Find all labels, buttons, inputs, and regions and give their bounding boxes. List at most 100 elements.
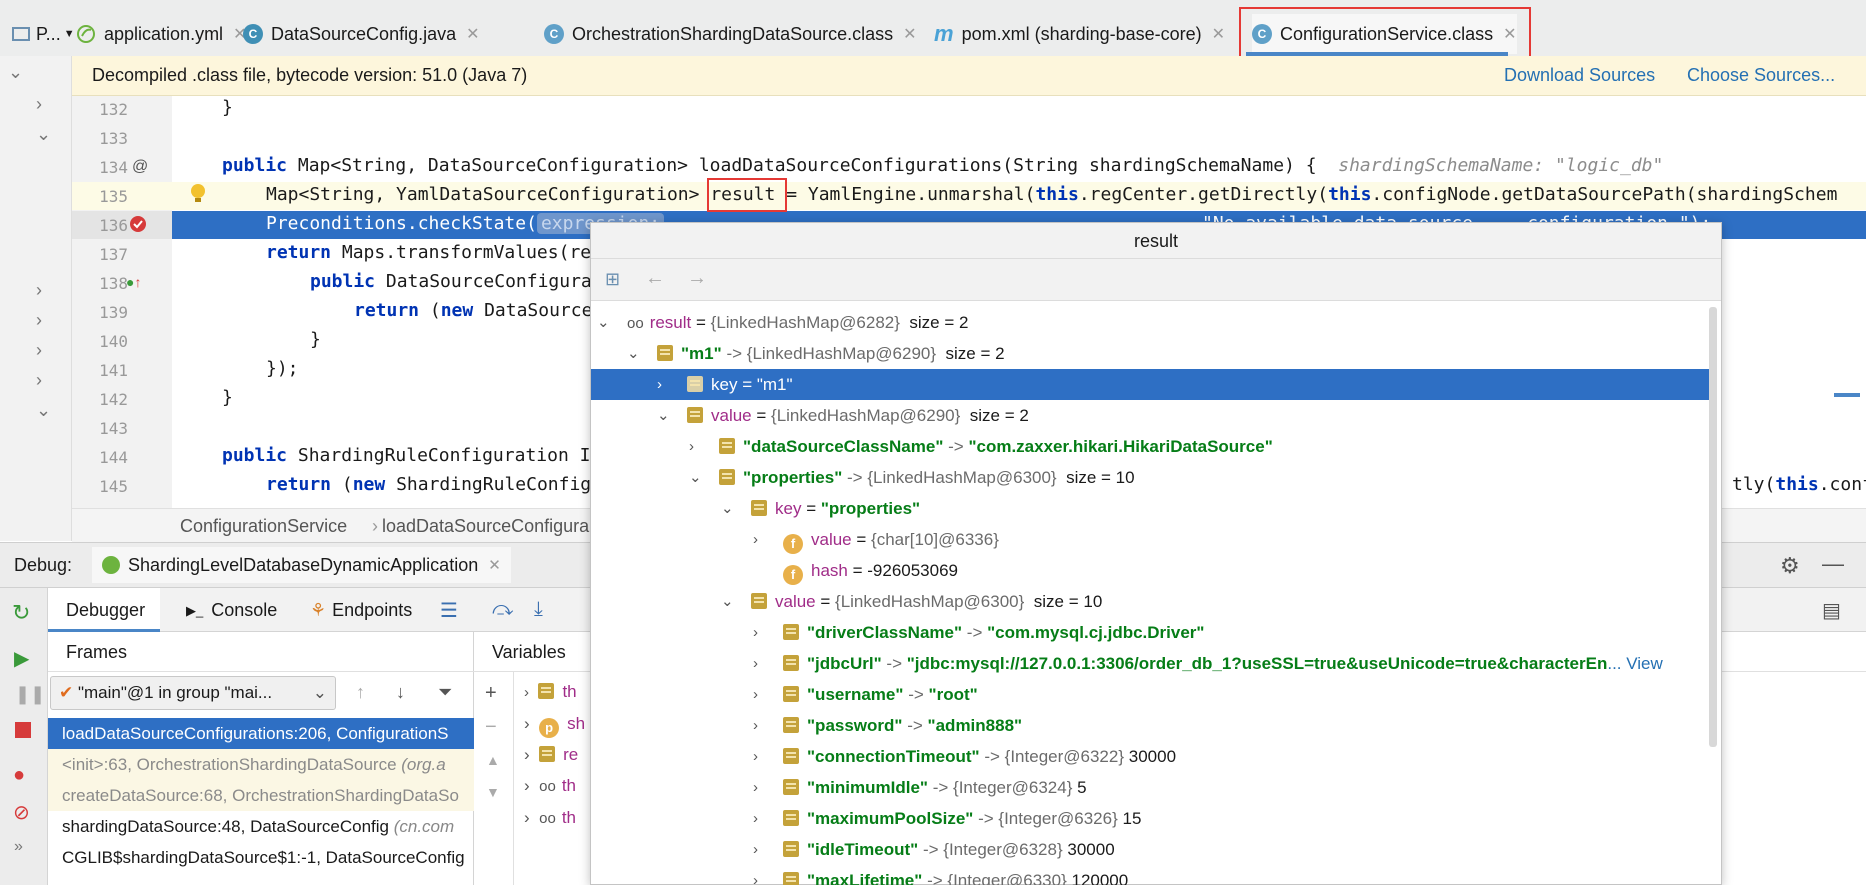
tab-debugger[interactable]: Debugger bbox=[48, 588, 160, 632]
tree-row[interactable]: ⌄ value = {LinkedHashMap@6290} size = 2 bbox=[591, 400, 1711, 431]
choose-sources-link[interactable]: Choose Sources... bbox=[1687, 65, 1835, 86]
close-icon[interactable]: ✕ bbox=[1212, 24, 1225, 44]
download-sources-link[interactable]: Download Sources bbox=[1504, 65, 1655, 86]
chevron-right-icon[interactable]: › bbox=[753, 865, 758, 885]
mute-breakpoints-icon[interactable]: ⊘ bbox=[13, 800, 30, 825]
tree-row[interactable]: ⌄ "m1" -> {LinkedHashMap@6290} size = 2 bbox=[591, 338, 1711, 369]
minimize-icon[interactable]: — bbox=[1822, 551, 1844, 577]
close-icon[interactable]: ✕ bbox=[466, 24, 479, 44]
popup-scrollbar[interactable] bbox=[1709, 307, 1717, 747]
tree-row[interactable]: › "dataSourceClassName" -> "com.zaxxer.h… bbox=[591, 431, 1711, 462]
step-over-icon[interactable]: ⤼ bbox=[492, 598, 513, 621]
debug-session-tab[interactable]: ShardingLevelDatabaseDynamicApplication … bbox=[92, 547, 511, 583]
step-into-icon[interactable]: ⤓ bbox=[534, 598, 543, 621]
chevron-right-icon[interactable]: › bbox=[36, 280, 42, 301]
chevron-right-icon[interactable]: › bbox=[657, 369, 662, 400]
chevron-right-icon[interactable]: › bbox=[753, 617, 758, 648]
chevron-right-icon[interactable]: › bbox=[753, 679, 758, 710]
chevron-right-icon[interactable]: › bbox=[753, 741, 758, 772]
chevron-down-icon[interactable]: ⌄ bbox=[8, 62, 23, 83]
tab-console[interactable]: ▶_ Console bbox=[186, 600, 277, 621]
filter-icon[interactable]: ⏷ bbox=[438, 682, 452, 703]
chevron-right-icon[interactable]: › bbox=[36, 94, 42, 115]
chevron-right-icon[interactable]: › bbox=[753, 834, 758, 865]
implementation-icon[interactable]: ●↑ bbox=[126, 274, 141, 290]
chevron-down-icon[interactable]: ⌄ bbox=[36, 400, 51, 421]
arrow-down-icon[interactable]: ↓ bbox=[396, 682, 405, 703]
tree-row[interactable]: › "maxLifetime" -> {Integer@6330} 120000 bbox=[591, 865, 1711, 885]
tree-row[interactable]: › "username" -> "root" bbox=[591, 679, 1711, 710]
tree-row[interactable]: › key = "m1" bbox=[591, 369, 1711, 400]
pause-icon[interactable]: ❚❚ bbox=[15, 684, 45, 705]
frame-row[interactable]: createDataSource:68, OrchestrationShardi… bbox=[48, 780, 474, 811]
dropdown-icon[interactable]: ▼ bbox=[64, 28, 75, 40]
lightbulb-icon[interactable] bbox=[190, 183, 206, 210]
tree-row[interactable]: › "jdbcUrl" -> "jdbc:mysql://127.0.0.1:3… bbox=[591, 648, 1711, 679]
chevron-right-icon[interactable]: › bbox=[753, 710, 758, 741]
breakpoint-icon[interactable] bbox=[128, 214, 148, 239]
chevron-down-icon[interactable]: ⌄ bbox=[627, 338, 640, 369]
tab-pom-xml[interactable]: m pom.xml (sharding-base-core) ✕ bbox=[934, 14, 1225, 54]
tab-datasourceconfig[interactable]: C DataSourceConfig.java ✕ bbox=[243, 14, 480, 54]
chevron-right-icon[interactable]: › bbox=[753, 648, 758, 679]
breadcrumb-class[interactable]: ConfigurationService bbox=[180, 516, 347, 537]
tab-project[interactable]: P... ▼ bbox=[12, 14, 75, 54]
add-watch-icon[interactable]: + bbox=[485, 682, 497, 705]
tree-row[interactable]: ⌄ oo result = {LinkedHashMap@6282} size =… bbox=[591, 307, 1711, 338]
list-item[interactable]: › th bbox=[524, 676, 585, 708]
resume-icon[interactable]: ▶ bbox=[14, 646, 29, 671]
remove-watch-icon[interactable]: − bbox=[485, 716, 497, 739]
tree-row[interactable]: ⌄ "properties" -> {LinkedHashMap@6300} s… bbox=[591, 462, 1711, 493]
chevron-down-icon[interactable]: ⌄ bbox=[721, 586, 734, 617]
tree-row[interactable]: › f value = {char[10]@6336} bbox=[591, 524, 1711, 555]
move-down-icon[interactable]: ▼ bbox=[486, 784, 500, 800]
frame-row[interactable]: loadDataSourceConfigurations:206, Config… bbox=[48, 718, 474, 749]
arrow-up-icon[interactable]: ↑ bbox=[356, 682, 365, 703]
chevron-right-icon[interactable]: › bbox=[689, 431, 694, 462]
chevron-right-icon[interactable]: › bbox=[753, 772, 758, 803]
layout-icon[interactable]: ▤ bbox=[1822, 598, 1841, 623]
tab-application-yml[interactable]: application.yml ✕ bbox=[76, 14, 246, 54]
navigate-icon[interactable]: ⊞ bbox=[605, 269, 620, 290]
tree-row[interactable]: ⌄ value = {LinkedHashMap@6300} size = 10 bbox=[591, 586, 1711, 617]
list-item[interactable]: › p sh bbox=[524, 708, 585, 739]
view-link[interactable]: ... View bbox=[1607, 654, 1662, 673]
frame-row[interactable]: CGLIB$shardingDataSource$1:-1, DataSourc… bbox=[48, 842, 474, 873]
chevron-right-icon[interactable]: › bbox=[36, 340, 42, 361]
frame-row[interactable]: <init>:63, OrchestrationShardingDataSour… bbox=[48, 749, 474, 780]
tab-orchestration-sharding[interactable]: C OrchestrationShardingDataSource.class … bbox=[544, 14, 917, 54]
back-icon[interactable]: ← bbox=[645, 267, 665, 290]
list-item[interactable]: › oo th bbox=[524, 802, 585, 834]
list-item[interactable]: › re bbox=[524, 739, 585, 770]
close-icon[interactable]: ✕ bbox=[488, 556, 501, 574]
chevron-down-icon[interactable]: ⌄ bbox=[36, 124, 51, 145]
chevron-right-icon[interactable]: › bbox=[36, 310, 42, 331]
menu-icon[interactable]: ☰ bbox=[440, 598, 458, 623]
chevron-down-icon[interactable]: ⌄ bbox=[689, 462, 702, 493]
tree-row[interactable]: f hash = -926053069 bbox=[591, 555, 1711, 586]
list-item[interactable]: › oo th bbox=[524, 770, 585, 802]
chevron-right-icon[interactable]: › bbox=[36, 370, 42, 391]
rerun-icon[interactable]: ↻ bbox=[12, 600, 30, 626]
tree-row[interactable]: › "maximumPoolSize" -> {Integer@6326} 15 bbox=[591, 803, 1711, 834]
tree-row[interactable]: › "idleTimeout" -> {Integer@6328} 30000 bbox=[591, 834, 1711, 865]
frame-row[interactable]: shardingDataSource:48, DataSourceConfig … bbox=[48, 811, 474, 842]
chevron-down-icon[interactable]: ⌄ bbox=[597, 307, 610, 338]
forward-icon[interactable]: → bbox=[687, 267, 707, 290]
gear-icon[interactable]: ⚙ bbox=[1780, 553, 1800, 579]
more-icon[interactable]: » bbox=[14, 838, 23, 856]
breadcrumb-method[interactable]: loadDataSourceConfigura bbox=[382, 516, 589, 537]
thread-selector[interactable]: ✔ "main"@1 in group "mai... ⌄ bbox=[50, 676, 336, 710]
tree-row[interactable]: › "connectionTimeout" -> {Integer@6322} … bbox=[591, 741, 1711, 772]
chevron-down-icon[interactable]: ⌄ bbox=[657, 400, 670, 431]
move-up-icon[interactable]: ▲ bbox=[486, 752, 500, 768]
close-icon[interactable]: ✕ bbox=[903, 24, 916, 44]
tree-row[interactable]: ⌄ key = "properties" bbox=[591, 493, 1711, 524]
tree-row[interactable]: › "password" -> "admin888" bbox=[591, 710, 1711, 741]
view-breakpoints-icon[interactable]: ● bbox=[13, 764, 25, 787]
stop-icon[interactable] bbox=[15, 722, 31, 738]
tree-row[interactable]: › "driverClassName" -> "com.mysql.cj.jdb… bbox=[591, 617, 1711, 648]
chevron-right-icon[interactable]: › bbox=[753, 803, 758, 834]
tab-endpoints[interactable]: ⚘ Endpoints bbox=[310, 600, 412, 621]
chevron-down-icon[interactable]: ⌄ bbox=[721, 493, 734, 524]
